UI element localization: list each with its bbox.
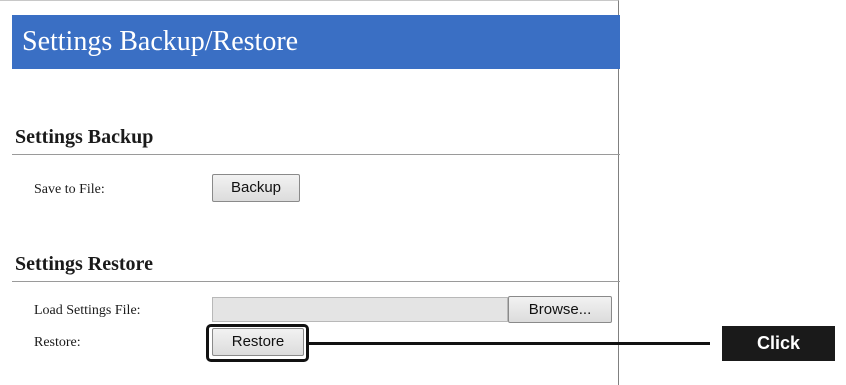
load-settings-file-label: Load Settings File: xyxy=(34,303,141,318)
restore-highlight-box xyxy=(206,324,309,362)
settings-file-field[interactable] xyxy=(212,297,508,322)
backup-section-title: Settings Backup xyxy=(15,126,154,148)
click-callout-label: Click xyxy=(722,326,835,361)
callout-connector-line xyxy=(309,342,710,345)
restore-label: Restore: xyxy=(34,335,81,350)
restore-divider xyxy=(12,281,620,282)
backup-button[interactable]: Backup xyxy=(212,174,300,202)
save-to-file-label: Save to File: xyxy=(34,182,105,197)
browse-button[interactable]: Browse... xyxy=(508,296,612,323)
backup-divider xyxy=(12,154,620,155)
settings-panel: Settings Backup/Restore Settings Backup … xyxy=(0,0,620,385)
page-title: Settings Backup/Restore xyxy=(12,15,620,69)
restore-section-title: Settings Restore xyxy=(15,253,153,275)
